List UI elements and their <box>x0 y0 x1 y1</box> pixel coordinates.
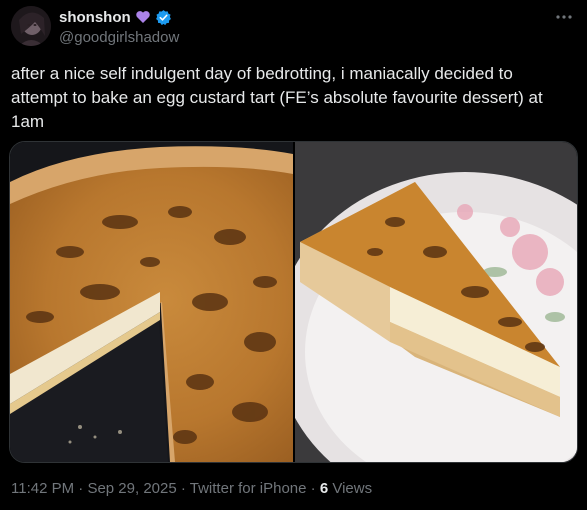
tweet-client: Twitter for iPhone <box>189 480 307 497</box>
custard-tart-whole-photo[interactable] <box>10 142 295 462</box>
author-handle[interactable]: @goodgirlshadow <box>59 29 179 46</box>
views-count[interactable]: 6 <box>320 480 328 497</box>
avatar-image <box>11 6 51 46</box>
views-label: Views <box>332 480 373 497</box>
purple-heart-icon <box>135 9 151 25</box>
tweet-time[interactable]: 11:42 PM <box>11 480 74 497</box>
author-names: shonshon @goodgirlshadow <box>59 7 179 47</box>
meta-separator: · <box>78 480 84 497</box>
meta-separator: · <box>310 480 316 497</box>
display-name[interactable]: shonshon <box>59 9 131 26</box>
media-grid <box>9 141 578 463</box>
tweet-meta: 11:42 PM · Sep 29, 2025 · Twitter for iP… <box>11 480 372 497</box>
verified-badge-icon[interactable] <box>155 9 172 26</box>
tweet-header: shonshon @goodgirlshadow <box>11 6 575 50</box>
tweet-date[interactable]: Sep 29, 2025 <box>87 480 176 497</box>
custard-tart-slice-photo[interactable] <box>295 142 577 462</box>
avatar[interactable] <box>11 6 51 46</box>
more-options-icon[interactable] <box>553 8 575 26</box>
tweet-text: after a nice self indulgent day of bedro… <box>11 64 543 131</box>
meta-separator: · <box>180 480 186 497</box>
